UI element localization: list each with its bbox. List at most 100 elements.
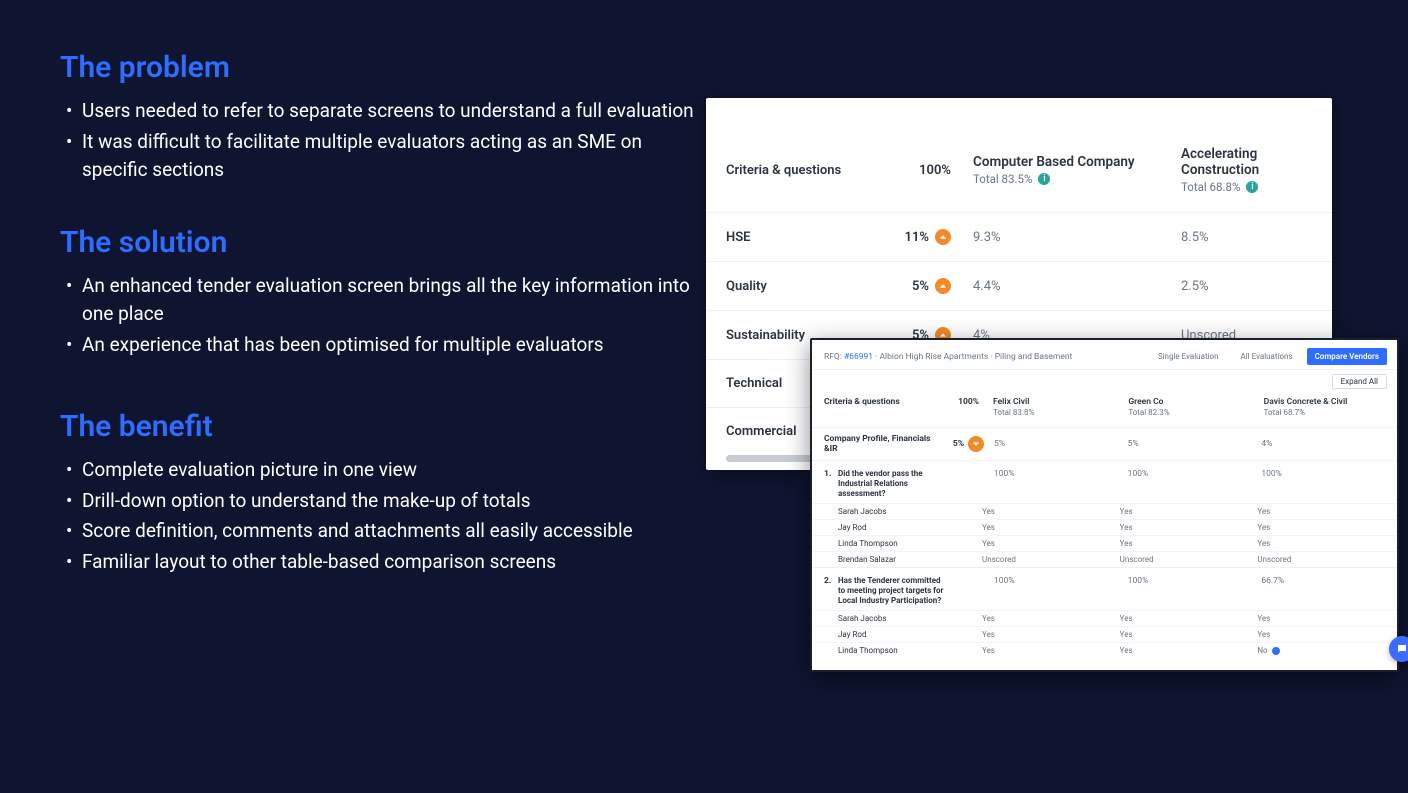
slide: The problem Users needed to refer to sep… [0, 0, 1408, 793]
evaluator-name: Sarah Jacobs [838, 614, 932, 623]
info-icon[interactable]: i [1246, 181, 1258, 193]
score: 5% [984, 439, 1118, 449]
evaluator-row: Brendan SalazarUnscoredUnscoredUnscored [812, 551, 1397, 567]
vendor-name: Davis Concrete & Civil [1264, 397, 1385, 407]
score: 5% [1118, 439, 1252, 449]
bullet: It was difficult to facilitate multiple … [60, 128, 700, 185]
score: 100% [1118, 576, 1252, 606]
chevron-up-icon[interactable] [935, 278, 951, 294]
bullet: An experience that has been optimised fo… [60, 331, 700, 360]
tab-all-evaluations[interactable]: All Evaluations [1232, 348, 1300, 365]
score: 8.5% [1173, 230, 1312, 245]
bullet: Score definition, comments and attachmen… [60, 517, 700, 546]
chevron-down-icon[interactable] [968, 436, 984, 452]
score: 100% [984, 469, 1118, 499]
bullet: Familiar layout to other table-based com… [60, 548, 700, 577]
answer: Yes [1247, 507, 1385, 516]
answer: No [1247, 646, 1385, 655]
criteria-header: Criteria & questions [824, 397, 944, 417]
answer: Yes [972, 614, 1110, 623]
column-headers: Criteria & questions 100% Felix Civil To… [812, 393, 1397, 428]
vendor-column: Accelerating Construction Total 68.8% i [1173, 146, 1312, 194]
answer: Unscored [1110, 555, 1248, 564]
bullet: Complete evaluation picture in one view [60, 456, 700, 485]
answer: Yes [972, 646, 1110, 655]
vendor-column: Felix Civil Total 83.8% [979, 397, 1114, 417]
heading-solution: The solution [60, 225, 700, 260]
criteria-row: HSE 11% 9.3% 8.5% [706, 213, 1332, 262]
question-block: 1. Did the vendor pass the Industrial Re… [812, 461, 1397, 568]
rfq-link[interactable]: #66991 [844, 352, 873, 362]
left-content: The problem Users needed to refer to sep… [60, 50, 700, 606]
criteria-header: Criteria & questions [726, 163, 891, 178]
score: 100% [1251, 469, 1385, 499]
vendor-total: Total 68.7% [1264, 408, 1385, 417]
evaluator-row: Sarah JacobsYesYesYes [812, 610, 1397, 626]
answer: Yes [1247, 630, 1385, 639]
evaluator-row: Linda ThompsonYesYesYes [812, 535, 1397, 551]
answer: Yes [972, 523, 1110, 532]
answer: Yes [972, 507, 1110, 516]
answer: Yes [1110, 646, 1248, 655]
tab-single-evaluation[interactable]: Single Evaluation [1150, 348, 1227, 365]
panel-top-bar: RFQ: #66991 · Albion High Rise Apartment… [812, 340, 1397, 370]
evaluator-row: Linda ThompsonYesYesNo [812, 642, 1397, 658]
evaluator-row: Sarah JacobsYesYesYes [812, 503, 1397, 519]
total-weight: 100% [891, 163, 951, 178]
score: 2.5% [1173, 279, 1312, 294]
vendor-name: Computer Based Company [973, 154, 1173, 170]
bullet: An enhanced tender evaluation screen bri… [60, 272, 700, 329]
evaluator-name: Jay Rod [838, 523, 932, 532]
criteria-name: Quality [726, 279, 891, 294]
criteria-name: HSE [726, 230, 891, 245]
question-text: Has the Tenderer committed to meeting pr… [838, 576, 944, 606]
answer: Yes [1247, 523, 1385, 532]
score: 9.3% [951, 230, 1173, 245]
question-number: 2. [824, 576, 838, 606]
chat-button[interactable] [1389, 636, 1408, 662]
answer: Yes [972, 539, 1110, 548]
info-icon[interactable]: i [1038, 173, 1050, 185]
total-weight: 100% [944, 397, 979, 417]
problem-list: Users needed to refer to separate screen… [60, 97, 700, 185]
answer: Yes [1110, 539, 1248, 548]
vendor-column: Computer Based Company Total 83.5% i [951, 154, 1173, 186]
evaluator-name: Jay Rod [838, 630, 932, 639]
section-row: Company Profile, Financials &IR 5% 5% 5%… [812, 428, 1397, 461]
answer: Yes [1247, 614, 1385, 623]
question-block: 2. Has the Tenderer committed to meeting… [812, 568, 1397, 658]
solution-list: An enhanced tender evaluation screen bri… [60, 272, 700, 360]
answer: Yes [972, 630, 1110, 639]
evaluator-row: Jay RodYesYesYes [812, 519, 1397, 535]
score: 100% [984, 576, 1118, 606]
vendor-total: Total 82.3% [1128, 408, 1249, 417]
section-weight: 5% [953, 439, 964, 449]
vendor-name: Green Co [1128, 397, 1249, 407]
vendor-total: Total 83.5% i [973, 172, 1173, 186]
comparison-panel-detail: RFQ: #66991 · Albion High Rise Apartment… [810, 338, 1399, 672]
evaluator-name: Brendan Salazar [838, 555, 932, 564]
vendor-name: Accelerating Construction [1181, 146, 1312, 178]
evaluator-name: Sarah Jacobs [838, 507, 932, 516]
vendor-total: Total 68.8% i [1181, 180, 1312, 194]
comment-icon[interactable] [1272, 647, 1280, 655]
question-text: Did the vendor pass the Industrial Relat… [838, 469, 944, 499]
answer: Yes [1110, 614, 1248, 623]
heading-problem: The problem [60, 50, 700, 85]
score: 4.4% [951, 279, 1173, 294]
view-tabs: Single Evaluation All Evaluations Compar… [1150, 348, 1387, 365]
evaluator-name: Linda Thompson [838, 539, 932, 548]
criteria-weight: 5% [891, 278, 951, 294]
criteria-weight: 11% [891, 229, 951, 245]
heading-benefit: The benefit [60, 409, 700, 444]
vendor-column: Davis Concrete & Civil Total 68.7% [1250, 397, 1385, 417]
bullet: Users needed to refer to separate screen… [60, 97, 700, 126]
bullet: Drill-down option to understand the make… [60, 487, 700, 516]
expand-all-button[interactable]: Expand All [1332, 374, 1387, 389]
benefit-list: Complete evaluation picture in one view … [60, 456, 700, 576]
score: 100% [1118, 469, 1252, 499]
vendor-column: Green Co Total 82.3% [1114, 397, 1249, 417]
tab-compare-vendors[interactable]: Compare Vendors [1307, 348, 1387, 365]
answer: Unscored [1247, 555, 1385, 564]
chevron-up-icon[interactable] [935, 229, 951, 245]
